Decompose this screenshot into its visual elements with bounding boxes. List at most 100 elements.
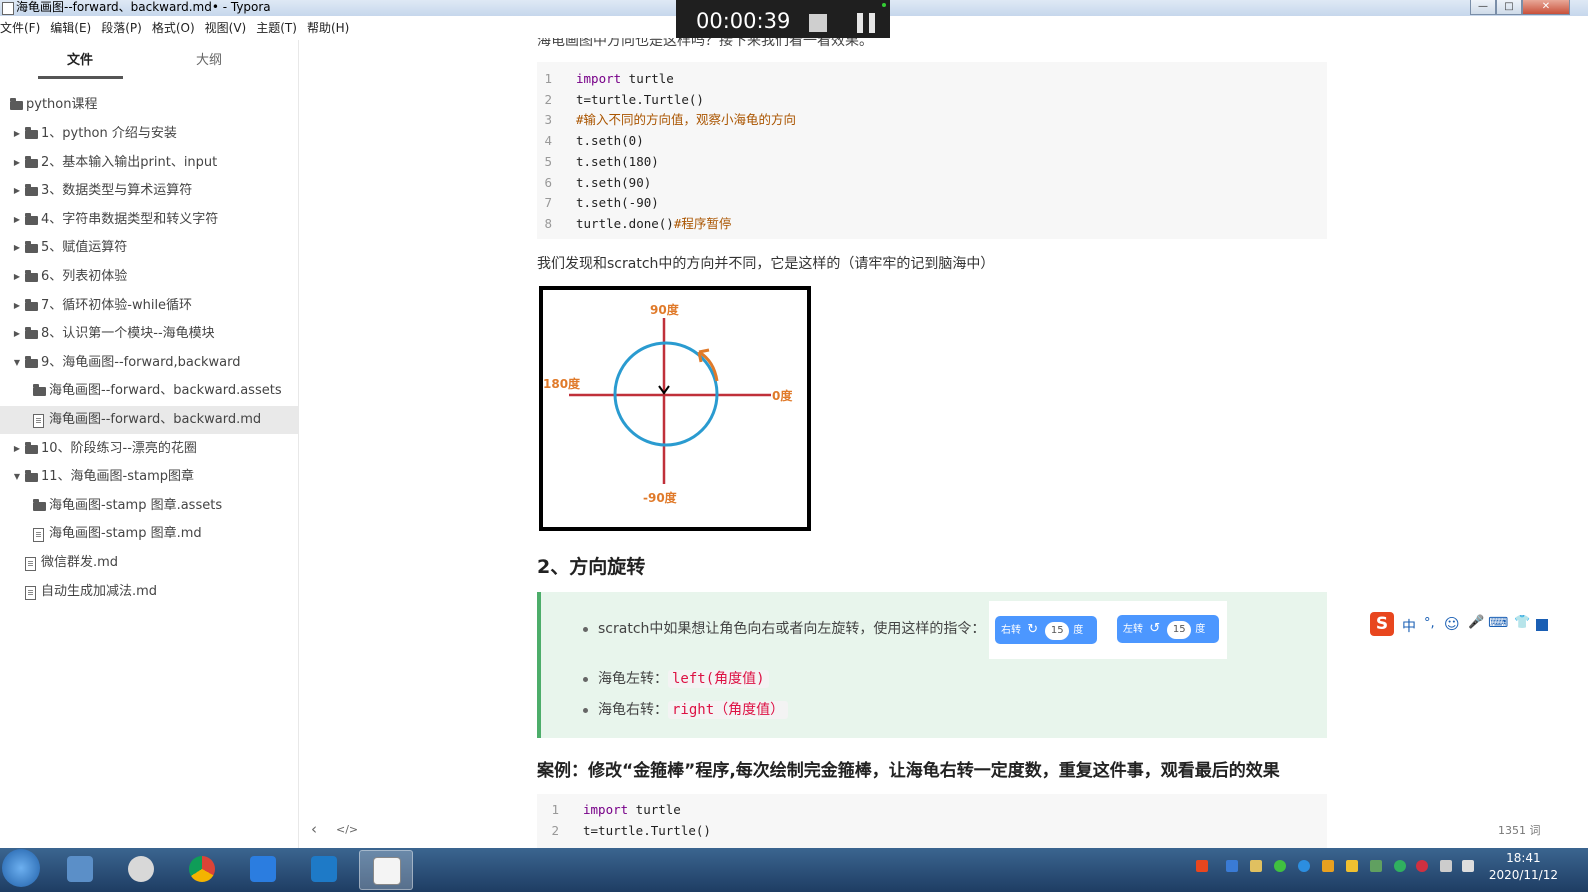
folder-icon — [33, 498, 46, 511]
keyboard-icon[interactable]: ⌨ — [1488, 615, 1508, 631]
chrome-icon — [189, 856, 215, 882]
taskbar-paint[interactable] — [115, 850, 167, 888]
caret-right-icon[interactable]: ▶ — [13, 292, 21, 320]
explorer-icon — [67, 856, 93, 882]
tree-folder[interactable]: ▶ 10、阶段练习--漂亮的花圈 — [0, 435, 298, 463]
tree-folder[interactable]: ▶ 5、赋值运算符 — [0, 234, 298, 262]
tray-icon[interactable] — [1394, 860, 1406, 872]
tree-subfolder[interactable]: 海龟画图-stamp 图章.assets — [0, 492, 298, 520]
editor-area[interactable]: 海龟画图中方向也是这样吗？接下来我们看一看效果。 1 import turtle 2… — [299, 38, 1588, 848]
menu-view[interactable]: 视图(V) — [205, 18, 247, 38]
taskbar-explorer[interactable] — [54, 850, 106, 888]
maximize-button[interactable]: □ — [1496, 0, 1522, 15]
back-icon[interactable]: ‹ — [311, 820, 317, 838]
partial-paragraph: 海龟画图中方向也是这样吗？接下来我们看一看效果。 — [537, 38, 873, 49]
menu-file[interactable]: 文件(F) — [0, 18, 40, 38]
section-heading: 2、方向旋转 — [537, 556, 646, 578]
pause-recording-button[interactable] — [857, 13, 877, 33]
code-token: turtle — [628, 802, 681, 817]
tree-folder[interactable]: ▶ 7、循环初体验-while循环 — [0, 292, 298, 320]
label-0: 0度 — [772, 388, 793, 403]
network-icon[interactable] — [1440, 860, 1452, 872]
tree-file[interactable]: 微信群发.md — [0, 549, 298, 577]
folder-icon — [25, 298, 38, 311]
menu-edit[interactable]: 编辑(E) — [50, 18, 91, 38]
tree-subfolder[interactable]: 海龟画图--forward、backward.assets — [0, 377, 298, 405]
source-mode-icon[interactable]: </> — [336, 823, 358, 836]
label-180: 180度 — [543, 376, 581, 391]
taskbar-chrome[interactable] — [176, 850, 228, 888]
taskbar-vscode[interactable] — [298, 850, 350, 888]
microphone-icon[interactable]: 🎤 — [1468, 615, 1484, 630]
tree-item-label: 10、阶段练习--漂亮的花圈 — [41, 440, 197, 456]
code-token: turtle.done() — [576, 215, 674, 231]
tree-folder[interactable]: ▶ 3、数据类型与算术运算符 — [0, 177, 298, 205]
caret-down-icon[interactable]: ▼ — [13, 463, 21, 491]
caret-down-icon[interactable]: ▼ — [13, 349, 21, 377]
tray-icon[interactable] — [1416, 860, 1428, 872]
code-token: t=turtle.Turtle() — [576, 91, 704, 107]
tree-item-label: 自动生成加减法.md — [41, 583, 158, 599]
menu-paragraph[interactable]: 段落(P) — [101, 18, 142, 38]
sogou-logo-icon[interactable]: S — [1370, 612, 1394, 636]
minimize-button[interactable]: — — [1470, 0, 1496, 15]
tree-folder[interactable]: ▶ 8、认识第一个模块--海龟模块 — [0, 320, 298, 348]
tree-folder[interactable]: ▶ 1、python 介绍与安装 — [0, 120, 298, 148]
menu-theme[interactable]: 主题(T) — [256, 18, 297, 38]
emoji-icon[interactable]: ☺ — [1444, 615, 1460, 633]
tree-folder[interactable]: ▶ 2、基本输入输出print、input — [0, 149, 298, 177]
caret-right-icon[interactable]: ▶ — [13, 234, 21, 262]
system-clock[interactable]: 18:41 2020/11/12 — [1489, 850, 1558, 884]
ime-punctuation-toggle[interactable]: °, — [1424, 616, 1435, 631]
word-count[interactable]: 1351 词 — [1498, 822, 1541, 838]
tree-folder[interactable]: ▶ 6、列表初体验 — [0, 263, 298, 291]
volume-icon[interactable] — [1462, 860, 1474, 872]
tree-root-folder[interactable]: python课程 — [0, 91, 298, 119]
caret-right-icon[interactable]: ▶ — [13, 149, 21, 177]
tree-folder[interactable]: ▶ 4、字符串数据类型和转义字符 — [0, 206, 298, 234]
code-line: 1 import turtle — [537, 799, 1327, 820]
tree-file[interactable]: 海龟画图-stamp 图章.md — [0, 520, 298, 548]
shield-icon[interactable] — [1322, 860, 1334, 872]
tree-item-label: 1、python 介绍与安装 — [41, 126, 177, 141]
tab-files[interactable]: 文件 — [67, 50, 93, 72]
tree-file[interactable]: 海龟画图--forward、backward.md — [0, 406, 298, 434]
stop-recording-button[interactable] — [809, 14, 827, 32]
taskbar-typora[interactable] — [359, 850, 413, 890]
tree-folder[interactable]: ▼ 11、海龟画图-stamp图章 — [0, 463, 298, 491]
folder-icon — [25, 470, 38, 483]
caret-right-icon[interactable]: ▶ — [13, 263, 21, 291]
tray-icon[interactable] — [1370, 860, 1382, 872]
line-number: 2 — [551, 822, 559, 838]
tray-icon[interactable] — [1298, 860, 1310, 872]
clock-time: 18:41 — [1506, 851, 1541, 865]
tree-folder[interactable]: ▼ 9、海龟画图--forward,backward — [0, 349, 298, 377]
tray-icon[interactable] — [1250, 860, 1262, 872]
tab-outline[interactable]: 大纲 — [196, 50, 222, 72]
start-button[interactable] — [2, 849, 40, 887]
code-block[interactable]: 1 import turtle 2 t=turtle.Turtle() 3 #输入不同的方… — [537, 62, 1327, 239]
caret-right-icon[interactable]: ▶ — [13, 177, 21, 205]
folder-icon — [25, 127, 38, 139]
vscode-icon — [311, 856, 337, 882]
tree-item-label: 2、基本输入输出print、input — [41, 154, 218, 170]
tray-icon[interactable] — [1274, 860, 1286, 872]
skin-icon[interactable]: 👕 — [1514, 615, 1530, 630]
menu-help[interactable]: 帮助(H) — [307, 18, 349, 38]
folder-tray-icon[interactable] — [1346, 860, 1358, 872]
caret-right-icon[interactable]: ▶ — [13, 120, 21, 148]
taskbar-wps[interactable] — [237, 850, 289, 888]
tray-icon[interactable] — [1226, 860, 1238, 872]
caret-right-icon[interactable]: ▶ — [13, 206, 21, 234]
caret-right-icon[interactable]: ▶ — [13, 435, 21, 463]
recording-indicator-icon — [882, 3, 886, 7]
code-block[interactable]: 1 import turtle 2 t=turtle.Turtle() — [537, 794, 1327, 848]
caret-right-icon[interactable]: ▶ — [13, 320, 21, 348]
menu-format[interactable]: 格式(O) — [152, 18, 195, 38]
ime-language-toggle[interactable]: 中 — [1402, 616, 1416, 636]
ime-menu-icon[interactable] — [1536, 619, 1548, 631]
code-line: 6 t.seth(90) — [537, 172, 1327, 193]
tree-file[interactable]: 自动生成加减法.md — [0, 578, 298, 606]
close-button[interactable]: ✕ — [1522, 0, 1570, 15]
sogou-tray-icon[interactable] — [1196, 860, 1208, 872]
